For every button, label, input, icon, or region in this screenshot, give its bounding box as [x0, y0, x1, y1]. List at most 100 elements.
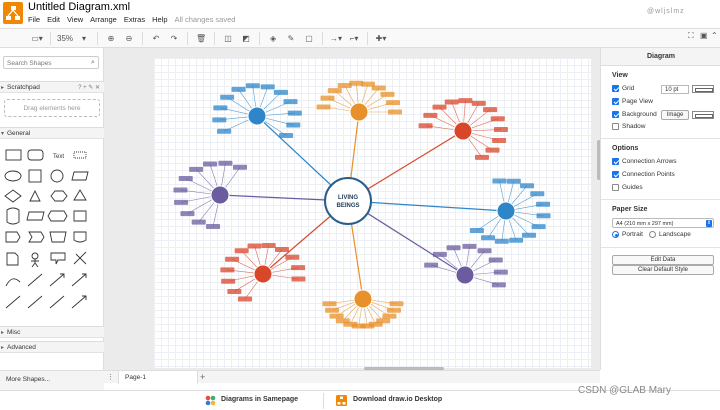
leaf-node[interactable]: [530, 191, 545, 197]
topic-node[interactable]: [349, 102, 369, 122]
leaf-node[interactable]: [446, 245, 461, 251]
leaf-node[interactable]: [191, 219, 206, 225]
leaf-node[interactable]: [492, 137, 507, 143]
center-node[interactable]: [324, 177, 372, 225]
leaf-node[interactable]: [233, 164, 247, 170]
leaf-node[interactable]: [444, 99, 459, 105]
format-panel-icon[interactable]: ▣: [700, 31, 708, 40]
leaf-node[interactable]: [509, 237, 524, 243]
zoom-in-icon[interactable]: ⊕: [104, 30, 118, 46]
leaf-node[interactable]: [203, 161, 218, 167]
leaf-node[interactable]: [462, 243, 477, 249]
background-color-swatch[interactable]: [692, 111, 714, 119]
landscape-radio[interactable]: [649, 231, 656, 238]
mind-map-diagram[interactable]: LIVING BEINGS: [154, 58, 591, 368]
leaf-node[interactable]: [218, 160, 233, 166]
leaf-node[interactable]: [206, 224, 221, 230]
leaf-node[interactable]: [221, 278, 236, 284]
general-section[interactable]: General: [0, 127, 104, 139]
leaf-node[interactable]: [260, 84, 275, 90]
leaf-node[interactable]: [291, 265, 306, 271]
grid-checkbox[interactable]: [612, 85, 619, 92]
waypoints-icon[interactable]: ⌐▾: [347, 30, 361, 46]
leaf-node[interactable]: [380, 91, 395, 97]
document-title[interactable]: Untitled Diagram.xml: [28, 1, 130, 13]
download-desktop-link[interactable]: Download draw.io Desktop: [353, 396, 442, 403]
leaf-node[interactable]: [469, 228, 484, 234]
page-tab[interactable]: Page-1: [118, 371, 198, 384]
grid-option[interactable]: Grid: [612, 85, 634, 92]
leaf-node[interactable]: [483, 107, 498, 113]
menu-arrange[interactable]: Arrange: [90, 15, 117, 24]
search-input[interactable]: Search Shapes: [3, 56, 99, 69]
connection-arrows-option[interactable]: Connection Arrows: [612, 158, 677, 165]
leaf-node[interactable]: [316, 104, 331, 110]
undo-icon[interactable]: ↶: [149, 30, 163, 46]
leaf-node[interactable]: [477, 248, 492, 254]
leaf-node[interactable]: [325, 307, 340, 313]
leaf-node[interactable]: [490, 116, 505, 122]
collapse-icon[interactable]: ⌃: [711, 31, 718, 40]
menu-extras[interactable]: Extras: [124, 15, 145, 24]
misc-section[interactable]: Misc: [0, 326, 104, 338]
menu-edit[interactable]: Edit: [47, 15, 60, 24]
leaf-node[interactable]: [217, 128, 232, 134]
samepage-link[interactable]: Diagrams in Samepage: [221, 396, 298, 403]
leaf-node[interactable]: [382, 313, 397, 319]
leaf-node[interactable]: [536, 201, 551, 207]
leaf-node[interactable]: [286, 122, 301, 128]
fill-color-icon[interactable]: ◈: [266, 30, 280, 46]
leaf-node[interactable]: [531, 224, 546, 230]
leaf-node[interactable]: [287, 110, 302, 116]
leaf-node[interactable]: [225, 256, 240, 262]
insert-icon[interactable]: ✚▾: [374, 30, 388, 46]
line-color-icon[interactable]: ✎: [284, 30, 298, 46]
leaf-node[interactable]: [493, 269, 508, 275]
leaf-node[interactable]: [322, 301, 337, 307]
leaf-node[interactable]: [231, 86, 246, 92]
leaf-node[interactable]: [485, 147, 500, 153]
leaf-node[interactable]: [212, 117, 227, 123]
leaf-node[interactable]: [329, 313, 344, 319]
menu-view[interactable]: View: [67, 15, 83, 24]
clear-default-style-button[interactable]: Clear Default Style: [612, 265, 714, 275]
leaf-node[interactable]: [388, 109, 402, 115]
advanced-section[interactable]: Advanced: [0, 341, 104, 353]
guides-checkbox[interactable]: [612, 184, 619, 191]
connection-arrows-checkbox[interactable]: [612, 158, 619, 165]
search-icon[interactable]: ⌕: [91, 59, 100, 67]
leaf-node[interactable]: [471, 100, 486, 106]
leaf-node[interactable]: [371, 85, 386, 91]
leaf-node[interactable]: [178, 175, 193, 181]
grid-color-swatch[interactable]: [692, 85, 714, 93]
leaf-node[interactable]: [536, 213, 551, 219]
leaf-node[interactable]: [283, 99, 298, 105]
leaf-node[interactable]: [273, 89, 288, 95]
connection-points-checkbox[interactable]: [612, 171, 619, 178]
leaf-node[interactable]: [247, 243, 262, 249]
background-option[interactable]: Background: [612, 111, 657, 118]
leaf-node[interactable]: [189, 166, 204, 172]
zoom-value[interactable]: 35%: [57, 30, 73, 46]
leaf-node[interactable]: [423, 112, 438, 118]
leaf-node[interactable]: [493, 127, 508, 133]
topic-node[interactable]: [210, 185, 230, 205]
leaf-node[interactable]: [418, 123, 433, 129]
connection-icon[interactable]: →▾: [329, 30, 343, 46]
scratchpad-section[interactable]: Scratchpad ? + ✎ ✕: [0, 81, 104, 93]
topic-node[interactable]: [453, 121, 473, 141]
leaf-node[interactable]: [481, 235, 496, 241]
leaf-node[interactable]: [245, 83, 260, 89]
leaf-node[interactable]: [234, 248, 249, 254]
canvas-area[interactable]: LIVING BEINGS: [104, 48, 600, 370]
zoom-out-icon[interactable]: ⊖: [122, 30, 136, 46]
shadow-option[interactable]: Shadow: [612, 123, 646, 130]
pages-menu-icon[interactable]: ⋮: [107, 373, 114, 381]
leaf-node[interactable]: [432, 251, 447, 257]
leaf-node[interactable]: [274, 247, 289, 253]
leaf-node[interactable]: [522, 232, 537, 238]
shadow-checkbox[interactable]: [612, 123, 619, 130]
edit-data-button[interactable]: Edit Data: [612, 255, 714, 265]
leaf-node[interactable]: [520, 183, 535, 189]
leaf-node[interactable]: [174, 199, 189, 205]
